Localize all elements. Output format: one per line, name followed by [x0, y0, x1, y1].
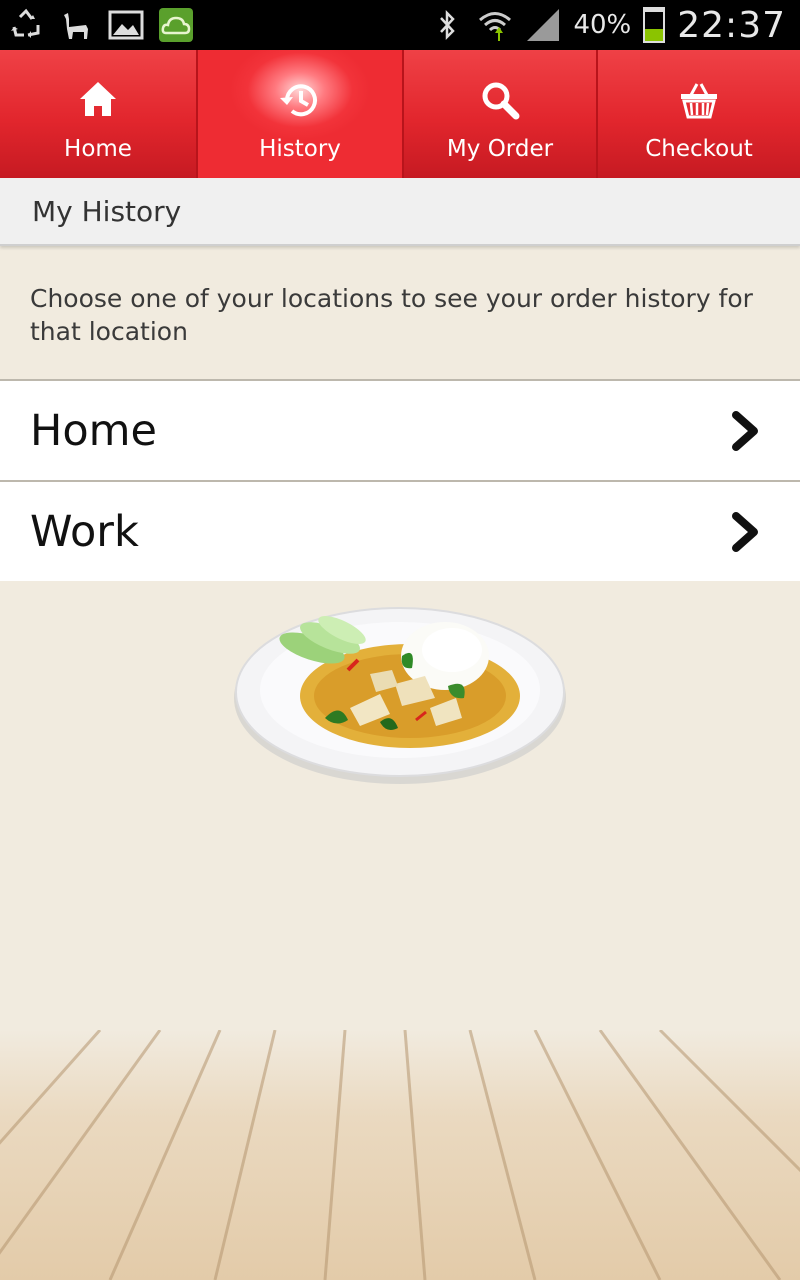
battery-percent: 40% — [573, 10, 632, 40]
location-list: Home Work — [0, 379, 800, 581]
notification-icons — [8, 7, 194, 43]
cloud-app-icon — [159, 8, 193, 42]
floor-planks — [0, 1030, 800, 1280]
battery-icon — [643, 7, 666, 43]
signal-icon — [527, 9, 560, 41]
chevron-right-icon — [732, 512, 758, 552]
home-icon — [80, 82, 116, 116]
clock: 22:37 — [677, 4, 786, 46]
location-label: Work — [30, 507, 139, 557]
wifi-icon — [479, 12, 512, 41]
curry-dish-image — [234, 607, 566, 784]
bluetooth-icon — [440, 9, 456, 41]
tab-my-order[interactable]: My Order — [404, 50, 598, 178]
tab-home[interactable]: Home — [0, 50, 198, 178]
image-icon — [108, 10, 144, 40]
tab-history-label: History — [259, 136, 341, 162]
tab-my-order-label: My Order — [446, 136, 554, 162]
battery-level — [645, 29, 664, 41]
location-item-work[interactable]: Work — [0, 480, 800, 581]
recycle-icon — [11, 8, 40, 38]
llama-icon — [64, 13, 88, 39]
page-title: My History — [32, 195, 182, 228]
wood-floor-background — [0, 1030, 800, 1280]
tab-checkout-label: Checkout — [645, 136, 753, 162]
tab-history[interactable]: History — [198, 50, 404, 178]
chevron-right-icon — [732, 411, 758, 451]
instructions-text: Choose one of your locations to see your… — [30, 284, 753, 346]
search-icon — [482, 82, 520, 120]
status-bar: 40% 22:37 — [0, 0, 800, 50]
tab-home-label: Home — [64, 136, 132, 162]
tab-checkout[interactable]: Checkout — [598, 50, 800, 178]
system-icons: 40% 22:37 — [429, 0, 786, 50]
basket-icon — [681, 83, 717, 119]
location-item-home[interactable]: Home — [0, 379, 800, 480]
history-icon — [280, 84, 317, 117]
location-label: Home — [30, 406, 157, 456]
section-header: My History — [0, 178, 800, 246]
tab-bar: Home History My Order Checkout — [0, 50, 800, 178]
